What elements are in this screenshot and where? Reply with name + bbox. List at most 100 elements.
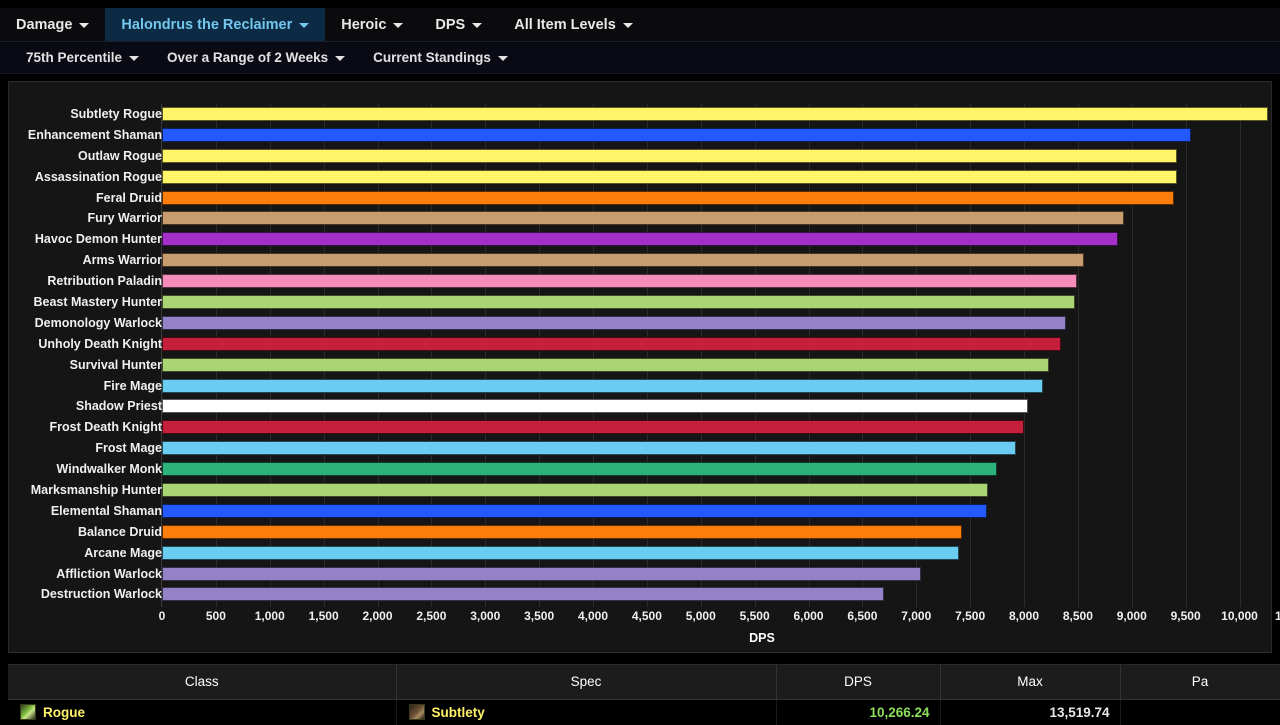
chart-row-label: Destruction Warlock <box>40 587 162 602</box>
x-tick-label: 5,000 <box>685 609 716 623</box>
dps-value: 10,266.24 <box>869 704 930 720</box>
chart-bar[interactable] <box>162 503 988 518</box>
chevron-down-icon <box>622 23 633 28</box>
filter-1[interactable]: Over a Range of 2 Weeks <box>153 42 359 73</box>
table-body: Rogue Subtlety 10,266.24 13,519.74 <box>8 699 1280 725</box>
chart-bar[interactable] <box>162 295 1075 310</box>
chart-bar[interactable] <box>162 169 1177 184</box>
table-column-header[interactable]: DPS <box>776 665 941 700</box>
table-header: Class Spec DPS Max Pa <box>8 665 1280 700</box>
nav-tab-3[interactable]: DPS <box>419 8 498 41</box>
chart-row: Demonology Warlock <box>9 313 1280 334</box>
main-tab-bar: Damage Halondrus the Reclaimer Heroic DPS Al… <box>0 8 1280 42</box>
table-column-header[interactable]: Spec <box>396 665 777 700</box>
filter-label: Over a Range of 2 Weeks <box>167 50 329 65</box>
nav-tab-4[interactable]: All Item Levels <box>498 8 649 41</box>
chevron-down-icon <box>79 23 90 28</box>
table-header-row: Class Spec DPS Max Pa <box>8 665 1280 700</box>
chart-bar[interactable] <box>162 107 1269 121</box>
chart-row: Survival Hunter <box>9 355 1280 376</box>
chart-bar[interactable] <box>162 357 1049 372</box>
x-tick-label: 9,000 <box>1116 609 1147 623</box>
nav-tab-label: Damage <box>16 16 73 33</box>
chart-bar[interactable] <box>162 211 1125 226</box>
x-tick-label: 2,000 <box>362 609 393 623</box>
chart-row: Frost Mage <box>9 438 1280 459</box>
x-tick-label: 4,500 <box>631 609 662 623</box>
chart-row-label: Windwalker Monk <box>56 462 162 477</box>
spec-name-link[interactable]: Subtlety <box>432 705 485 720</box>
table-column-header[interactable]: Pa <box>1120 665 1280 700</box>
x-tick-label: 6,500 <box>847 609 878 623</box>
table-cell-spec: Subtlety <box>396 699 777 725</box>
chart-bar[interactable] <box>162 483 989 498</box>
x-tick-label: 3,500 <box>524 609 555 623</box>
table-cell-dps: 10,266.24 <box>776 699 941 725</box>
chart-bar[interactable] <box>162 566 921 581</box>
chart-bar[interactable] <box>162 148 1177 163</box>
chart-bar[interactable] <box>162 190 1174 205</box>
chart-bar[interactable] <box>162 420 1024 435</box>
chart-bar[interactable] <box>162 232 1118 247</box>
nav-tab-0[interactable]: Damage <box>0 8 105 41</box>
chart-row-label: Arms Warrior <box>82 253 162 268</box>
chart-row-label: Frost Mage <box>95 441 162 456</box>
x-tick-label: 1,000 <box>254 609 285 623</box>
class-name-link[interactable]: Rogue <box>43 705 85 720</box>
nav-tab-label: All Item Levels <box>514 16 616 33</box>
chart-row: Feral Druid <box>9 188 1280 209</box>
chart-bar[interactable] <box>162 545 960 560</box>
chart-row: Frost Death Knight <box>9 417 1280 438</box>
x-tick-label: 8,500 <box>1062 609 1093 623</box>
x-tick-label: 10,000 <box>1221 609 1258 623</box>
filter-bar: 75th Percentile Over a Range of 2 Weeks Cu… <box>0 42 1280 74</box>
chart-row-label: Fury Warrior <box>87 211 162 226</box>
table-column-header[interactable]: Max <box>940 665 1121 700</box>
nav-tab-label: DPS <box>435 16 466 33</box>
chart-bar[interactable] <box>162 253 1085 268</box>
chart-row-label: Assassination Rogue <box>34 169 162 184</box>
nav-tab-1[interactable]: Halondrus the Reclaimer <box>105 8 326 41</box>
chart-row: Affliction Warlock <box>9 564 1280 585</box>
chevron-down-icon <box>472 23 483 28</box>
chart-bar[interactable] <box>162 127 1191 142</box>
chart-bar[interactable] <box>162 274 1077 289</box>
chart-row: Fury Warrior <box>9 208 1280 229</box>
chart-row: Arms Warrior <box>9 250 1280 271</box>
filter-0[interactable]: 75th Percentile <box>12 42 153 73</box>
chart-row-label: Arcane Mage <box>84 545 162 560</box>
chart-row: Outlaw Rogue <box>9 146 1280 167</box>
chart-row-label: Balance Druid <box>77 524 162 539</box>
chart-row-label: Outlaw Rogue <box>77 148 162 163</box>
filter-label: Current Standings <box>373 50 491 65</box>
chart-row-label: Feral Druid <box>96 190 162 205</box>
x-axis-title: DPS <box>749 631 775 645</box>
max-value: 13,519.74 <box>1049 704 1110 720</box>
results-table: Class Spec DPS Max Pa Rogue Subtlety 10,266.24… <box>8 665 1280 725</box>
chart-bar[interactable] <box>162 399 1029 414</box>
x-tick-label: 4,000 <box>577 609 609 623</box>
chevron-down-icon <box>393 23 404 28</box>
chart-bar[interactable] <box>162 378 1044 393</box>
nav-tab-2[interactable]: Heroic <box>325 8 419 41</box>
chart-row-label: Unholy Death Knight <box>38 336 162 351</box>
filter-2[interactable]: Current Standings <box>359 42 522 73</box>
chart-bar[interactable] <box>162 587 884 602</box>
chart-bar[interactable] <box>162 315 1067 330</box>
table-cell-max: 13,519.74 <box>940 699 1121 725</box>
chart-bar[interactable] <box>162 336 1061 351</box>
chart-bar[interactable] <box>162 524 962 539</box>
chart-row: Enhancement Shaman <box>9 125 1280 146</box>
chart-row: Marksmanship Hunter <box>9 480 1280 501</box>
chart-bar[interactable] <box>162 462 998 477</box>
nav-tab-label: Heroic <box>341 16 387 33</box>
table-row[interactable]: Rogue Subtlety 10,266.24 13,519.74 <box>8 699 1280 725</box>
chart-bar[interactable] <box>162 441 1017 456</box>
table-cell-class: Rogue <box>8 699 397 725</box>
chart-row: Arcane Mage <box>9 543 1280 564</box>
table-column-header[interactable]: Class <box>8 665 397 700</box>
x-tick-label: 6,000 <box>793 609 824 623</box>
chart-row: Havoc Demon Hunter <box>9 229 1280 250</box>
x-tick-label: 3,000 <box>470 609 501 623</box>
x-tick-label: 7,500 <box>955 609 986 623</box>
